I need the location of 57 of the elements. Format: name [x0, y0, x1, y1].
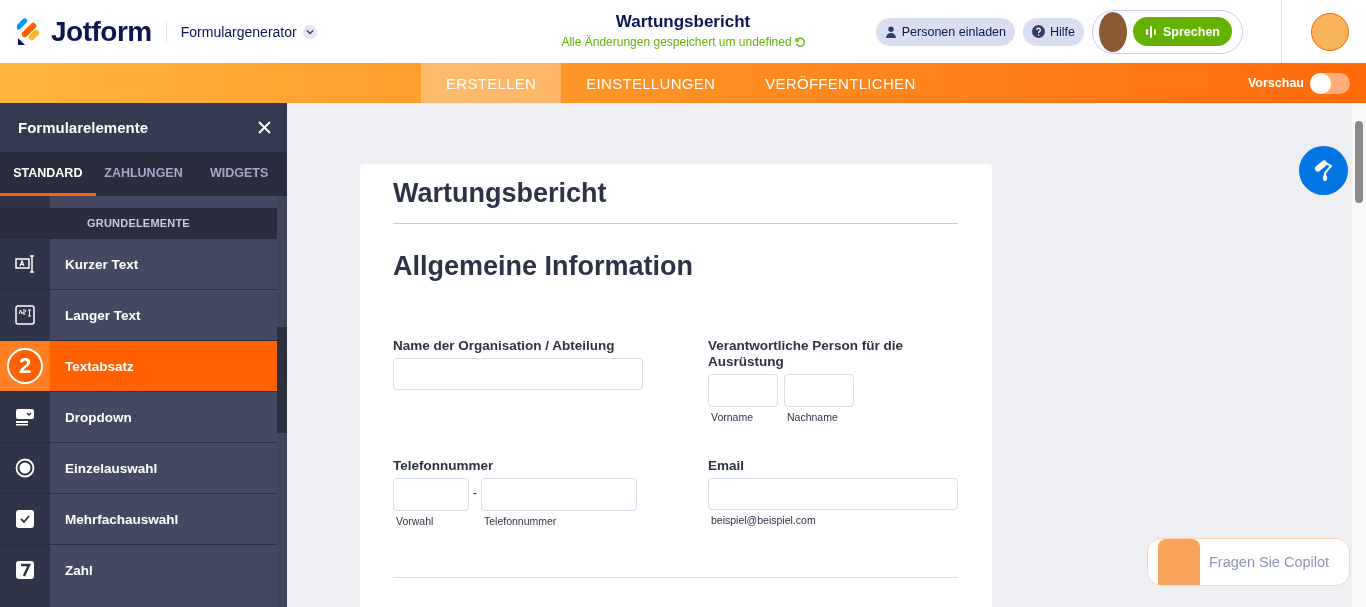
help-button[interactable]: Hilfe — [1023, 17, 1084, 46]
section-heading: Allgemeine Information — [393, 251, 695, 282]
agent-avatar — [1099, 11, 1128, 52]
person-icon — [884, 25, 897, 38]
long-text-icon — [15, 305, 35, 325]
element-item[interactable] — [0, 196, 277, 208]
page-scrollbar[interactable] — [1352, 103, 1366, 607]
save-status: Alle Änderungen gespeichert um undefined — [561, 35, 792, 49]
element-item[interactable]: Dropdown — [0, 391, 277, 442]
element-item[interactable]: Mehrfachauswahl — [0, 493, 277, 544]
app-menu[interactable]: Formulargenerator — [180, 23, 317, 40]
field-label: Email — [708, 458, 746, 474]
element-item[interactable]: Einzelauswahl — [0, 442, 277, 493]
element-item[interactable]: Kurzer Text — [0, 238, 277, 289]
field-label: Verantwortliche Person für die Ausrüstung — [708, 338, 905, 370]
sublabel: beispiel@beispiel.com — [711, 514, 817, 526]
user-avatar[interactable] — [1311, 12, 1349, 51]
mascot-picture — [1158, 539, 1200, 585]
checkbox-icon — [15, 509, 35, 529]
radio-icon — [15, 458, 35, 478]
phone-input[interactable] — [481, 478, 637, 511]
form-heading: Wartungsbericht — [393, 178, 958, 224]
logo-text: Jotform — [51, 15, 152, 48]
preview-label: Vorschau — [1247, 76, 1304, 90]
sublabel: Vorwahl — [396, 515, 435, 527]
close-icon[interactable] — [258, 121, 271, 134]
refresh-icon — [794, 37, 805, 47]
element-item[interactable]: Langer Text — [0, 289, 277, 340]
text-input[interactable] — [393, 358, 643, 390]
phone-separator: - — [471, 484, 479, 500]
audio-icon — [1145, 25, 1158, 38]
panel-tab[interactable]: WIDGETS — [191, 152, 287, 196]
paint-roller-icon[interactable] — [1299, 146, 1348, 195]
area-code-input[interactable] — [393, 478, 469, 511]
invite-button[interactable]: Personen einladen — [875, 17, 1015, 46]
name-input[interactable] — [784, 374, 854, 407]
sublabel: Vorname — [711, 411, 755, 423]
help-icon — [1032, 25, 1045, 38]
scrollbar[interactable] — [277, 196, 287, 607]
sublabel: Telefonnummer — [484, 515, 558, 527]
chevron-icon — [302, 24, 317, 39]
form-title: Wartungsbericht — [615, 12, 751, 32]
panel-title: Formularelemente — [18, 119, 149, 136]
email-input[interactable] — [708, 478, 958, 510]
short-text-icon — [15, 255, 35, 273]
panel-tab[interactable]: ZAHLUNGEN — [95, 152, 192, 196]
dropdown-icon — [15, 407, 35, 427]
element-item[interactable]: Zahl — [0, 544, 277, 595]
element-item[interactable] — [0, 595, 277, 607]
step-badge: 2 — [7, 348, 43, 384]
section-header: GRUNDELEMENTE — [0, 208, 277, 238]
field-label: Telefonnummer — [393, 458, 495, 474]
field-label: Name der Organisation / Abteilung — [393, 338, 616, 354]
name-input[interactable] — [708, 374, 778, 407]
number-icon — [15, 560, 35, 580]
sublabel: Nachname — [787, 411, 839, 423]
preview-toggle[interactable] — [1310, 72, 1350, 94]
